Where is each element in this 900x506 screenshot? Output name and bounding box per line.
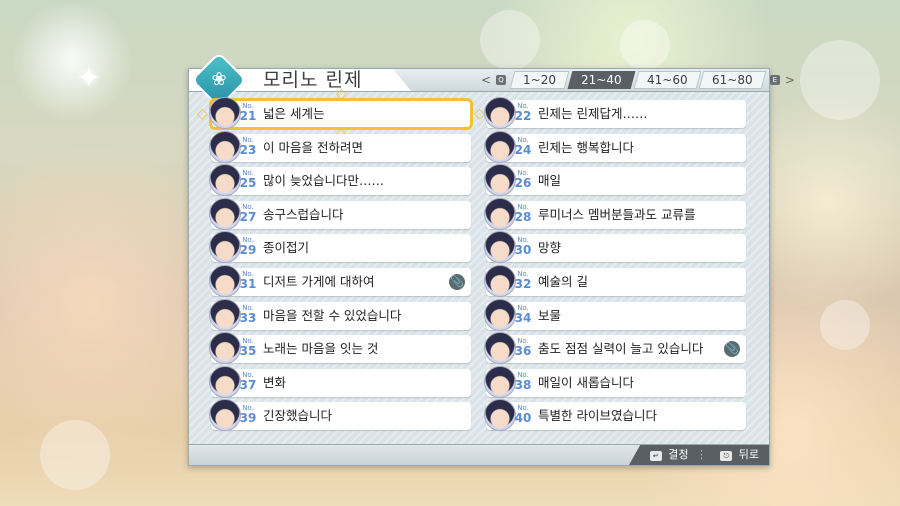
confirm-button[interactable]: ↵ 결정 ⋮ [647, 448, 707, 462]
memory-item-22[interactable]: No. 22 린제는 린제답게…… [484, 97, 746, 129]
item-number: No. 35 [239, 337, 257, 359]
item-number: No. 25 [239, 169, 257, 191]
item-number: No. 33 [239, 303, 257, 325]
memory-item-38[interactable]: No. 38 매일이 새롭습니다 [484, 365, 746, 398]
bokeh-light [820, 300, 870, 350]
memory-list-right: No. 22 린제는 린제답게…… No. 24 린제는 행복합니다 No. 26 매일 No. 2… [484, 97, 746, 436]
memory-title: 린제는 행복합니다 [538, 139, 634, 155]
memory-item-35[interactable]: No. 35 노래는 마음을 잇는 것 [209, 332, 471, 365]
item-number: No. 23 [239, 135, 257, 157]
back-label: 뒤로 [738, 448, 759, 461]
memory-title: 송구스럽습니다 [263, 206, 344, 222]
item-number: No. 40 [514, 404, 532, 426]
item-number: No. 26 [514, 169, 532, 191]
memory-title: 변화 [263, 374, 287, 390]
tab-41-60[interactable]: 41~60 [633, 71, 701, 89]
memory-title: 특별한 라이브였습니다 [538, 408, 657, 424]
item-number: No. 27 [239, 202, 257, 224]
item-number: No. 28 [514, 202, 532, 224]
item-number: No. 36 [514, 337, 532, 359]
item-number: No. 34 [514, 303, 532, 325]
memory-title: 많이 늦었습니다만…… [263, 173, 384, 189]
paperclip-icon: 📎 [724, 341, 740, 358]
memory-title: 넓은 세계는 [263, 106, 325, 121]
memory-item-31[interactable]: No. 31 디저트 가게에 대하여 📎 [209, 264, 471, 297]
memory-item-33[interactable]: No. 33 마음을 전할 수 있었습니다 [209, 298, 471, 331]
chevron-left-icon[interactable]: < [481, 73, 491, 87]
memory-list-left: No.21넓은 세계는◇◇◇◇No.23이 마음을 전하려면No.25많이 늦었… [197, 86, 485, 436]
item-number: No. 31 [239, 269, 257, 291]
memory-title: 춤도 점점 실력이 늘고 있습니다 [538, 341, 704, 357]
memory-title: 매일이 새롭습니다 [538, 374, 634, 390]
memory-item-25[interactable]: No. 25 많이 늦었습니다만…… [209, 164, 471, 197]
tab-1-20[interactable]: 1~20 [509, 71, 570, 89]
item-number: No. 29 [239, 236, 257, 258]
memory-title: 보물 [538, 307, 562, 323]
memory-item-36[interactable]: No. 36 춤도 점점 실력이 늘고 있습니다 📎 [484, 332, 746, 365]
bokeh-light [800, 40, 880, 120]
item-number: No. 30 [514, 236, 532, 258]
memory-item-39[interactable]: No. 39 긴장했습니다 [209, 399, 471, 432]
item-number: No. 38 [514, 370, 532, 392]
memory-title: 이 마음을 전하려면 [263, 139, 363, 155]
tab-21-40[interactable]: 21~40 [567, 71, 636, 89]
key-hint-icon: E [769, 75, 780, 85]
panel-header: ❀ 모리노 린제 < Q 1~20 21~40 41~60 61~80 E > [189, 54, 795, 106]
memory-title: 루미너스 멤버분들과도 교류를 [538, 206, 696, 222]
memory-item-23[interactable]: No. 23 이 마음을 전하려면 [209, 130, 471, 163]
paperclip-icon: 📎 [449, 273, 465, 290]
key-hint-icon: Q [496, 75, 507, 85]
memory-title: 디저트 가게에 대하여 [263, 273, 375, 289]
memory-item-34[interactable]: No. 34 보물 [484, 298, 746, 331]
item-number: No. 21 [239, 102, 257, 123]
confirm-label: 결정 [668, 448, 689, 461]
memory-title: 마음을 전할 수 있었습니다 [263, 307, 402, 323]
memory-item-27[interactable]: No. 27 송구스럽습니다 [209, 197, 471, 230]
selection-arrow-up-icon: ◇ [336, 86, 347, 102]
item-number: No. 22 [514, 102, 532, 123]
memory-item-30[interactable]: No. 30 망향 [484, 231, 746, 264]
character-name: 모리노 린제 [263, 69, 363, 91]
item-number: No. 37 [239, 370, 257, 392]
item-number: No. 32 [514, 269, 532, 291]
bokeh-light [620, 20, 670, 70]
back-button[interactable]: ⎋ 뒤로 [717, 448, 759, 462]
memory-item-26[interactable]: No. 26 매일 [484, 164, 746, 197]
item-number: No. 24 [514, 135, 532, 157]
memory-item-24[interactable]: No. 24 린제는 행복합니다 [484, 130, 746, 163]
bokeh-light [480, 10, 540, 70]
memory-title: 노래는 마음을 잇는 것 [263, 341, 379, 357]
memory-item-28[interactable]: No. 28 루미너스 멤버분들과도 교류를 [484, 197, 746, 230]
memory-item-29[interactable]: No. 29 종이접기 [209, 231, 471, 264]
memory-title: 망향 [538, 240, 562, 256]
bokeh-light [40, 420, 110, 490]
enter-key-icon: ↵ [649, 451, 662, 461]
memory-item-37[interactable]: No. 37 변화 [209, 365, 471, 398]
tab-61-80[interactable]: 61~80 [698, 71, 767, 89]
selection-arrow-left-icon: ◇ [197, 106, 208, 122]
tab-bar: < Q 1~20 21~40 41~60 61~80 E > [479, 71, 797, 89]
memory-title: 예술의 길 [538, 273, 588, 289]
memory-title: 긴장했습니다 [263, 408, 333, 424]
memory-item-21[interactable]: No.21넓은 세계는◇◇◇◇ [197, 86, 485, 142]
memory-item-40[interactable]: No. 40 특별한 라이브였습니다 [484, 399, 746, 432]
sparkle-icon: ✦ [76, 61, 102, 96]
chevron-right-icon[interactable]: > [785, 73, 795, 87]
memory-title: 종이접기 [263, 240, 310, 256]
memory-list-panel: ❀ 모리노 린제 < Q 1~20 21~40 41~60 61~80 E > … [188, 54, 795, 466]
esc-key-icon: ⎋ [720, 451, 733, 461]
memory-item-32[interactable]: No. 32 예술의 길 [484, 264, 746, 297]
memory-title: 린제는 린제답게…… [538, 106, 648, 121]
panel-footer: ↵ 결정 ⋮ ⎋ 뒤로 [189, 444, 769, 465]
memory-title: 매일 [538, 173, 562, 189]
item-number: No. 39 [239, 404, 257, 426]
